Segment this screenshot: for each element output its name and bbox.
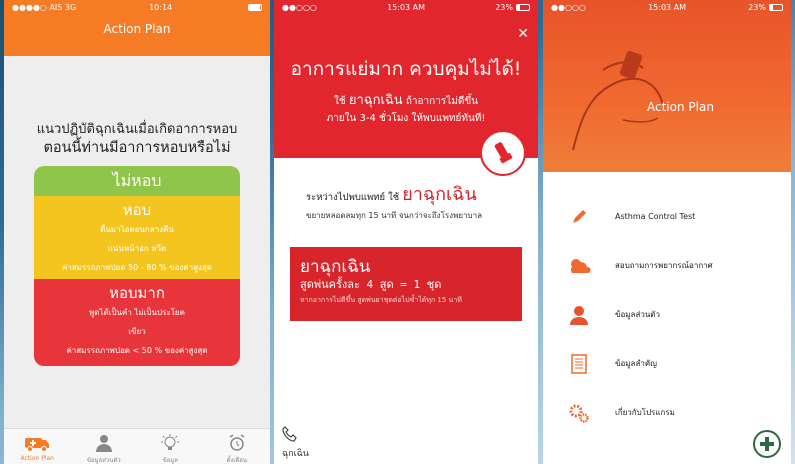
screen-action-plan-zones: ●●●●○ AIS 3G 10:14 Action Plan แนวปฏิบัต… (4, 0, 270, 464)
lightbulb-icon (137, 431, 204, 455)
hospital-detail: ขยายหลอดลมทุก 15 นาที จนกว่าจะถึงโรงพยาบ… (306, 211, 482, 220)
clock-text: 15:03 AM (387, 2, 426, 12)
close-icon[interactable]: ✕ (517, 26, 529, 42)
hero-banner: ●●○○○ 15:03 AM 23% Action Plan (543, 0, 791, 172)
menu-item-label: เกี่ยวกับโปรแกรม (615, 408, 675, 417)
weather-icon (543, 257, 615, 275)
tab-label: ตั้งเตือน (226, 457, 247, 464)
menu-item-important-info[interactable]: ข้อมูลสำคัญ (543, 339, 791, 388)
menu-item-weather[interactable]: สอบถามการพยากรณ์อากาศ (543, 241, 791, 290)
clock-text: 10:14 (149, 2, 173, 12)
emergency-call-button[interactable]: ฉุกเฉิน (282, 426, 309, 460)
tab-label: ข้อมูลส่วนตัว (86, 457, 121, 464)
status-bar: ●●○○○ 15:03 AM 23% (274, 0, 538, 14)
tab-bar: Action Plan ข้อมูลส่วนตัว ข้อมูล ตั้งเตื… (4, 428, 270, 464)
phone-icon (282, 426, 309, 446)
battery-icon (516, 3, 530, 11)
question-line-2: ตอนนี้ท่านมีอาการหอบหรือไม่ (43, 140, 231, 156)
tab-profile[interactable]: ข้อมูลส่วนตัว (71, 429, 138, 464)
menu-item-profile[interactable]: ข้อมูลส่วนตัว (543, 290, 791, 339)
alarm-clock-icon (204, 431, 271, 455)
menu-item-asthma-test[interactable]: Asthma Control Test (543, 192, 791, 241)
hero-title: Action Plan (647, 100, 714, 114)
person-icon (543, 305, 615, 325)
rescue-card-dose: สูดพ่นครั้งละ 4 สูด = 1 ชุด (300, 278, 442, 291)
zone-wheeze-line: แน่นหน้าอก หวีด (107, 244, 167, 253)
hospital-emphasis: ยาฉุกเฉิน (402, 184, 477, 205)
zone-severe-line: ค่าสมรรถภาพปอด < 50 % ของค่าสูงสุด (66, 346, 208, 355)
document-icon (543, 353, 615, 374)
carrier-text: ●●○○○ (551, 2, 586, 12)
zone-wheeze-button[interactable]: หอบ ตื่นมาไอตอนกลางคืน แน่นหน้าอก หวีด ค… (34, 196, 240, 279)
subtitle-line-1: ใช้ ยาฉุกเฉิน ถ้าอาการไม่ดีขึ้น (334, 93, 478, 108)
pencil-icon (543, 209, 615, 225)
battery-text: 23% (495, 3, 530, 12)
inhaler-illustration-icon (572, 50, 664, 151)
tab-label: ข้อมูล (162, 457, 178, 464)
tab-info[interactable]: ข้อมูล (137, 429, 204, 464)
emergency-title: อาการแย่มาก ควบคุมไม่ได้! (290, 58, 522, 80)
status-bar: ●●●●○ AIS 3G 10:14 (4, 0, 270, 14)
zone-severe-line: พูดได้เป็นคำ ไม่เป็นประโยค (89, 308, 185, 317)
question: แนวปฏิบัติฉุกเฉินเมื่อเกิดอาการหอบ ตอนนี… (4, 120, 270, 158)
battery-icon (245, 3, 262, 12)
rescue-card-note: หากอาการไม่ดีขึ้น สูดพ่นยาชุดต่อไปซ้ำได้… (300, 296, 462, 304)
rescue-medicine-card: ยาฉุกเฉิน สูดพ่นครั้งละ 4 สูด = 1 ชุด หา… (290, 247, 522, 321)
hospital-text: ระหว่างไปพบแพทย์ ใช้ (306, 192, 403, 203)
tab-action-plan[interactable]: Action Plan (4, 429, 71, 464)
hospital-logo-icon (753, 430, 781, 458)
nav-title: Action Plan (103, 22, 171, 36)
carrier-text: ●●●●○ AIS 3G (12, 2, 77, 12)
menu-item-label: ข้อมูลสำคัญ (615, 359, 657, 368)
carrier-text: ●●○○○ (282, 2, 317, 12)
zone-no-wheeze-button[interactable]: ไม่หอบ (34, 166, 240, 196)
battery-text: 23% (748, 3, 783, 12)
hospital-instructions: ระหว่างไปพบแพทย์ ใช้ ยาฉุกเฉิน ขยายหลอดล… (306, 186, 538, 225)
zone-list: ไม่หอบ หอบ ตื่นมาไอตอนกลางคืน แน่นหน้าอก… (34, 166, 240, 366)
screen-menu: ●●○○○ 15:03 AM 23% Action Plan Asthma Co… (543, 0, 791, 464)
tab-alarm[interactable]: ตั้งเตือน (204, 429, 271, 464)
menu-list: Asthma Control Test สอบถามการพยากรณ์อากา… (543, 192, 791, 437)
status-bar: ●●○○○ 15:03 AM 23% (543, 0, 791, 14)
rescue-card-title: ยาฉุกเฉิน (300, 257, 371, 277)
person-icon (71, 431, 138, 455)
menu-item-label: Asthma Control Test (615, 212, 696, 221)
zone-wheeze-title: หอบ (122, 201, 152, 219)
ambulance-icon (4, 431, 71, 455)
battery-icon (769, 3, 783, 11)
tab-label: Action Plan (20, 455, 54, 462)
subtitle-line-2: ภายใน 3-4 ชั่วโมง ให้พบแพทย์ทันที! (326, 113, 486, 124)
gears-icon (543, 403, 615, 423)
question-line-1: แนวปฏิบัติฉุกเฉินเมื่อเกิดอาการหอบ (36, 122, 238, 137)
menu-item-about[interactable]: เกี่ยวกับโปรแกรม (543, 388, 791, 437)
orange-header: ●●●●○ AIS 3G 10:14 Action Plan (4, 0, 270, 56)
menu-item-label: ข้อมูลส่วนตัว (615, 310, 660, 319)
inhaler-icon (480, 130, 526, 176)
zone-wheeze-line: ค่าสมรรถภาพปอด 50 - 80 % ของค่าสูงสุด (61, 263, 212, 272)
emergency-subtitle: ใช้ ยาฉุกเฉิน ถ้าอาการไม่ดีขึ้น ภายใน 3-… (274, 92, 538, 127)
clock-text: 15:03 AM (648, 2, 687, 12)
zone-severe-line: เขียว (128, 327, 146, 336)
zone-severe-title: หอบมาก (109, 284, 165, 302)
menu-item-label: สอบถามการพยากรณ์อากาศ (615, 261, 713, 270)
zone-wheeze-line: ตื่นมาไอตอนกลางคืน (100, 225, 174, 234)
zone-severe-button[interactable]: หอบมาก พูดได้เป็นคำ ไม่เป็นประโยค เขียว … (34, 279, 240, 366)
screen-emergency: ●●○○○ 15:03 AM 23% ✕ อาการแย่มาก ควบคุมไ… (274, 0, 538, 464)
emergency-call-label: ฉุกเฉิน (282, 449, 309, 459)
